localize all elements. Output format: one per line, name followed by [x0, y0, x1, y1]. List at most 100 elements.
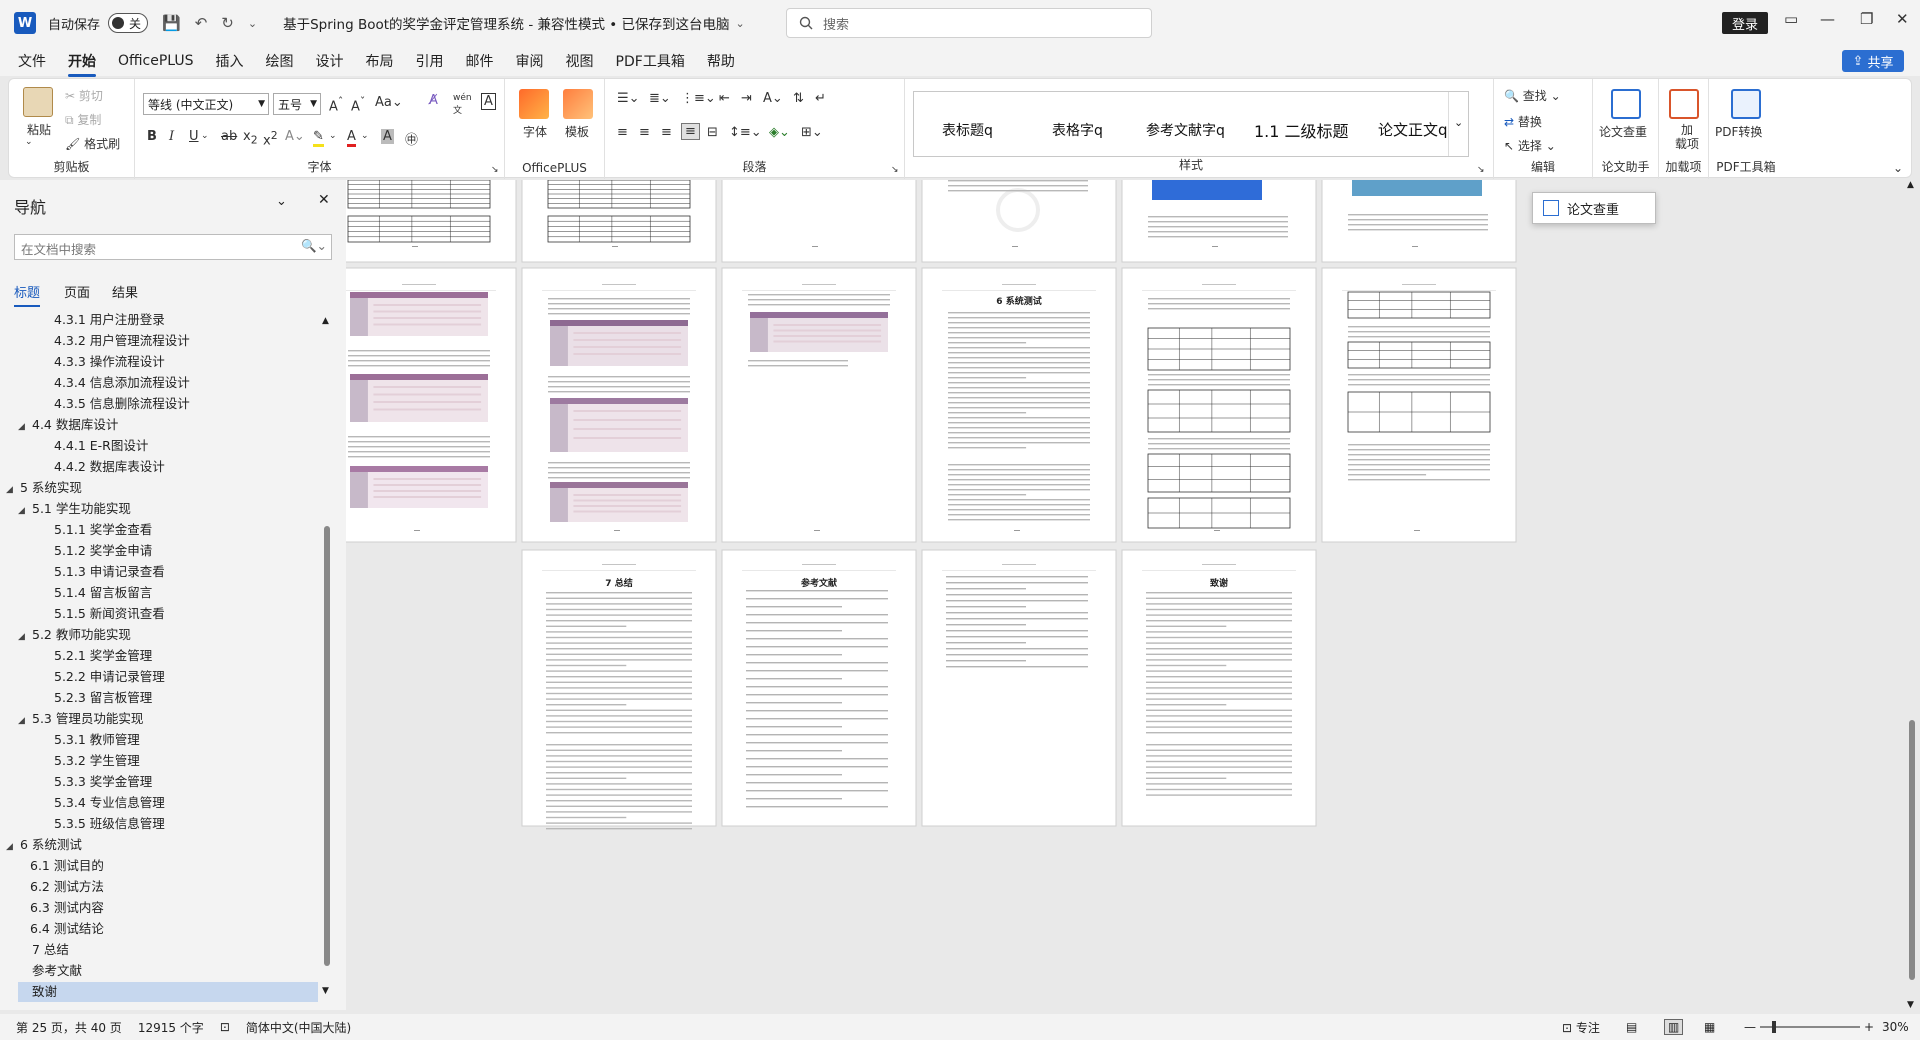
pdf-convert-button[interactable]: PDF转换: [1715, 123, 1762, 140]
highlight-dropdown-icon[interactable]: ⌄: [329, 131, 337, 141]
paper-check-button[interactable]: 论文查重: [1599, 123, 1647, 140]
nav-heading-item[interactable]: 5.1.3 申请记录查看: [18, 562, 318, 582]
sort-icon[interactable]: ⇅: [793, 91, 804, 106]
autosave-toggle[interactable]: 关: [108, 13, 149, 33]
tab-file[interactable]: 文件: [18, 51, 46, 71]
align-center-icon[interactable]: ≡: [639, 125, 650, 140]
nav-scroll-thumb[interactable]: [324, 526, 330, 966]
style-thesis-body[interactable]: 论文正文q: [1378, 119, 1448, 140]
replace-button[interactable]: ⇄ 替换: [1504, 113, 1542, 130]
nav-heading-item[interactable]: 5.1.4 留言板留言: [18, 583, 318, 603]
line-spacing-icon[interactable]: ↕≡⌄: [729, 125, 762, 140]
search-box[interactable]: 搜索: [786, 8, 1152, 38]
nav-heading-item[interactable]: 5.2.2 申请记录管理: [18, 667, 318, 687]
scroll-down-icon[interactable]: ▼: [1907, 1000, 1914, 1010]
share-button[interactable]: ⇪ 共享: [1842, 50, 1904, 72]
nav-heading-item[interactable]: 5.1.5 新闻资讯查看: [18, 604, 318, 624]
cut-button[interactable]: ✂ 剪切: [65, 87, 103, 104]
select-button[interactable]: ↖ 选择 ⌄: [1504, 137, 1556, 154]
bold-icon[interactable]: B: [147, 129, 157, 144]
nav-heading-item[interactable]: 5.1.2 奖学金申请: [18, 541, 318, 561]
addins-button[interactable]: 加 载项: [1675, 123, 1699, 151]
nav-heading-item[interactable]: 致谢: [18, 982, 318, 1002]
nav-heading-item[interactable]: ◢ 5 系统实现: [6, 478, 318, 498]
nav-heading-item[interactable]: ◢ 5.3 管理员功能实现: [18, 709, 318, 729]
nav-heading-item[interactable]: 6.1 测试目的: [18, 856, 318, 876]
enclose-char-icon[interactable]: ㊥: [405, 129, 418, 148]
superscript-icon[interactable]: x2: [263, 129, 278, 148]
zoom-level[interactable]: 30%: [1882, 1020, 1909, 1034]
scroll-down-icon[interactable]: ▼: [322, 986, 329, 996]
nav-heading-item[interactable]: 5.2.1 奖学金管理: [18, 646, 318, 666]
nav-heading-item[interactable]: 4.3.5 信息删除流程设计: [18, 394, 318, 414]
char-shading-icon[interactable]: A: [381, 129, 394, 144]
expand-arrow-icon[interactable]: ◢: [18, 417, 28, 437]
text-effects-icon[interactable]: A⌄: [285, 129, 305, 144]
italic-icon[interactable]: I: [169, 129, 174, 144]
nav-heading-item[interactable]: 4.3.4 信息添加流程设计: [18, 373, 318, 393]
tab-view[interactable]: 视图: [566, 51, 594, 71]
highlight-icon[interactable]: ✎: [313, 129, 324, 147]
nav-heading-item[interactable]: 6.2 测试方法: [18, 877, 318, 897]
officeplus-font-button[interactable]: 字体: [523, 123, 547, 140]
bullets-icon[interactable]: ☰⌄: [617, 91, 640, 106]
tab-draw[interactable]: 绘图: [266, 51, 294, 71]
paste-dropdown-icon[interactable]: ⌄: [25, 137, 33, 147]
shrink-font-icon[interactable]: Aˇ: [351, 95, 365, 114]
underline-icon[interactable]: U: [189, 129, 199, 144]
nav-heading-item[interactable]: 4.3.2 用户管理流程设计: [18, 331, 318, 351]
expand-arrow-icon[interactable]: ◢: [18, 501, 28, 521]
zoom-slider-thumb[interactable]: [1772, 1021, 1776, 1033]
chinese-layout-icon[interactable]: A⌄: [763, 91, 783, 106]
nav-heading-item[interactable]: 4.3.1 用户注册登录: [18, 310, 318, 330]
tab-home[interactable]: 开始: [68, 51, 96, 77]
zoom-slider[interactable]: [1760, 1021, 1860, 1033]
distributed-icon[interactable]: ⊟: [707, 125, 718, 140]
nav-heading-item[interactable]: 5.3.2 学生管理: [18, 751, 318, 771]
styles-more-button[interactable]: ⌄: [1448, 92, 1468, 156]
strikethrough-icon[interactable]: ab: [221, 129, 237, 144]
nav-scrollbar[interactable]: ▲ ▼: [322, 316, 332, 996]
find-button[interactable]: 🔍 查找 ⌄: [1504, 87, 1561, 104]
save-icon[interactable]: 💾: [162, 14, 181, 32]
nav-close-icon[interactable]: ✕: [318, 192, 330, 208]
addins-icon[interactable]: [1669, 89, 1699, 119]
tab-references[interactable]: 引用: [416, 51, 444, 71]
nav-heading-item[interactable]: 7 总结: [18, 940, 318, 960]
nav-tab-pages[interactable]: 页面: [64, 282, 90, 301]
grow-font-icon[interactable]: Aˆ: [329, 95, 343, 114]
tab-insert[interactable]: 插入: [216, 51, 244, 71]
tab-mailings[interactable]: 邮件: [466, 51, 494, 71]
nav-heading-item[interactable]: 5.3.5 班级信息管理: [18, 814, 318, 834]
minimize-icon[interactable]: —: [1820, 10, 1835, 28]
copy-button[interactable]: ⧉ 复制: [65, 111, 101, 128]
tab-layout[interactable]: 布局: [366, 51, 394, 71]
show-marks-icon[interactable]: ↵: [815, 91, 826, 106]
document-area[interactable]: 6 系统测试 7 总结 参考文献 致谢: [346, 180, 1920, 1010]
shading-icon[interactable]: ◈⌄: [769, 125, 790, 140]
font-name-select[interactable]: 等线 (中文正文) ▼: [143, 93, 269, 115]
maximize-icon[interactable]: ❐: [1860, 10, 1873, 28]
title-dropdown-icon[interactable]: ⌄: [736, 17, 745, 30]
language[interactable]: 简体中文(中国大陆): [246, 1019, 351, 1036]
nav-heading-item[interactable]: ◢ 5.2 教师功能实现: [18, 625, 318, 645]
nav-heading-item[interactable]: 5.3.3 奖学金管理: [18, 772, 318, 792]
officeplus-font-icon[interactable]: [519, 89, 549, 119]
doc-scroll-thumb[interactable]: [1909, 720, 1915, 980]
clear-format-icon[interactable]: A̸: [429, 93, 438, 108]
subscript-icon[interactable]: x2: [243, 129, 258, 147]
expand-arrow-icon[interactable]: ◢: [18, 711, 28, 731]
align-left-icon[interactable]: ≡: [617, 125, 628, 140]
nav-heading-item[interactable]: 5.3.4 专业信息管理: [18, 793, 318, 813]
nav-heading-item[interactable]: 4.4.1 E-R图设计: [18, 436, 318, 456]
pdf-convert-icon[interactable]: [1731, 89, 1761, 119]
tab-design[interactable]: 设计: [316, 51, 344, 71]
nav-heading-item[interactable]: ◢ 6 系统测试: [6, 835, 318, 855]
decrease-indent-icon[interactable]: ⇤: [719, 91, 730, 106]
style-table-text[interactable]: 表格字q: [1052, 120, 1103, 140]
underline-dropdown-icon[interactable]: ⌄: [201, 131, 209, 141]
nav-heading-item[interactable]: 6.4 测试结论: [18, 919, 318, 939]
zoom-out-icon[interactable]: —: [1744, 1020, 1756, 1034]
change-case-icon[interactable]: Aa⌄: [375, 95, 403, 110]
nav-search-input[interactable]: 在文档中搜索 🔍⌄: [14, 234, 332, 260]
